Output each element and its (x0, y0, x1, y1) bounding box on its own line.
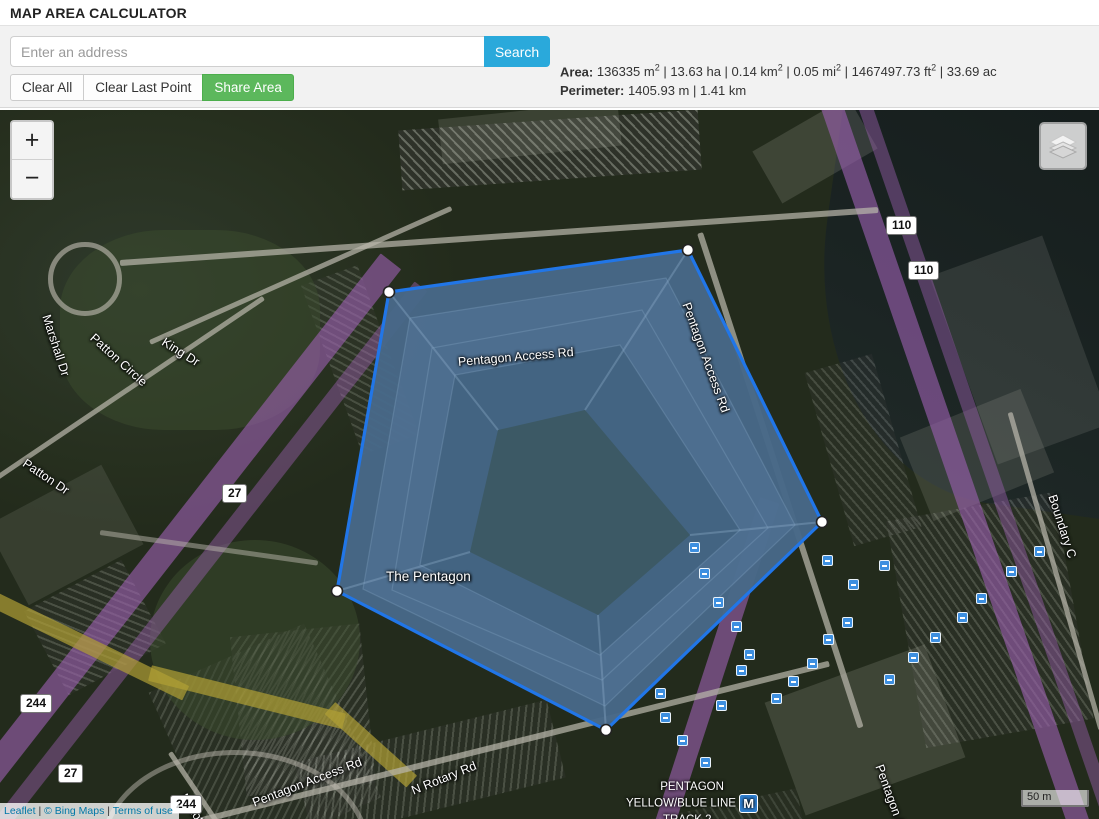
amenity-icon (699, 568, 710, 579)
perimeter-label: Perimeter: (560, 83, 625, 99)
amenity-icon (731, 621, 742, 632)
perimeter-value: 1405.93 m | 1.41 km (627, 83, 747, 99)
amenity-icon (1034, 546, 1045, 557)
clear-last-point-button[interactable]: Clear Last Point (83, 74, 204, 101)
amenity-icon (930, 632, 941, 643)
amenity-icon (771, 693, 782, 704)
scale-bar: 50 m (1021, 790, 1089, 807)
amenity-icon (884, 674, 895, 685)
area-value: 136335 m2 | 13.63 ha | 0.14 km2 | 0.05 m… (596, 63, 997, 80)
amenity-icon (677, 735, 688, 746)
zoom-out-button[interactable]: − (12, 160, 52, 198)
highway-shield-110-5: 110 (908, 261, 940, 280)
action-button-group: Clear All Clear Last Point Share Area (10, 74, 294, 101)
poi-pentagon-metro: PENTAGON YELLOW/BLUE LINE M TRACK 2... (626, 780, 759, 819)
search-button[interactable]: Search (484, 36, 550, 67)
amenity-icon (823, 634, 834, 645)
polygon-vertex-2[interactable] (599, 723, 613, 737)
amenity-icon (655, 688, 666, 699)
area-label: Area: (560, 64, 594, 80)
measurement-polygon[interactable] (0, 110, 1099, 819)
bing-maps-link[interactable]: © Bing Maps (44, 805, 104, 817)
amenity-icon (716, 700, 727, 711)
amenity-icon (822, 555, 833, 566)
amenity-icon (842, 617, 853, 628)
amenity-icon (788, 676, 799, 687)
amenity-icon (1006, 566, 1017, 577)
search-input[interactable] (10, 36, 484, 67)
attrib-sep-1: | (35, 805, 45, 817)
poi-line-2-wrap: YELLOW/BLUE LINE M (626, 794, 759, 813)
amenity-icon (700, 757, 711, 768)
share-area-button[interactable]: Share Area (202, 74, 294, 101)
amenity-icon (976, 593, 987, 604)
map-area-calculator-app: MAP AREA CALCULATOR Search Clear All Cle… (0, 0, 1099, 819)
amenity-icon (848, 579, 859, 590)
highway-shield-27-0: 27 (222, 484, 248, 503)
amenity-icon (908, 652, 919, 663)
amenity-icon (957, 612, 968, 623)
highway-shield-110-4: 110 (886, 216, 918, 235)
amenity-icon (879, 560, 890, 571)
amenity-icon (736, 665, 747, 676)
zoom-in-button[interactable]: + (12, 122, 52, 160)
measurement-stats: Area: 136335 m2 | 13.63 ha | 0.14 km2 | … (560, 59, 997, 100)
polygon-vertex-1[interactable] (815, 515, 829, 529)
poi-line-2: YELLOW/BLUE LINE (626, 797, 736, 810)
zoom-control[interactable]: + − (10, 120, 54, 200)
amenity-icon (807, 658, 818, 669)
highway-shield-244-1: 244 (20, 694, 53, 713)
page-title: MAP AREA CALCULATOR (10, 5, 187, 21)
amenity-icon (744, 649, 755, 660)
attrib-sep-2: | (104, 805, 113, 817)
area-row: Area: 136335 m2 | 13.63 ha | 0.14 km2 | … (560, 59, 997, 81)
layers-control[interactable] (1039, 122, 1087, 170)
clear-all-button[interactable]: Clear All (10, 74, 85, 101)
highway-shield-27-2: 27 (58, 764, 84, 783)
polygon-vertex-4[interactable] (382, 285, 396, 299)
layers-stack-icon (1048, 134, 1078, 159)
poi-line-1: PENTAGON (660, 781, 724, 793)
metro-icon: M (739, 794, 759, 813)
polygon-vertex-3[interactable] (330, 584, 344, 598)
polygon-vertex-0[interactable] (681, 243, 695, 257)
search-row: Search (10, 36, 550, 67)
toolbar: Search Clear All Clear Last Point Share … (0, 25, 1099, 108)
attribution-bar: Leaflet | © Bing Maps | Terms of use (0, 803, 179, 819)
amenity-icon (713, 597, 724, 608)
perimeter-row: Perimeter: 1405.93 m | 1.41 km (560, 81, 997, 100)
terms-of-use-link[interactable]: Terms of use (113, 805, 173, 817)
poi-line-3: TRACK 2... (626, 813, 758, 819)
amenity-icon (689, 542, 700, 553)
leaflet-link[interactable]: Leaflet (4, 805, 36, 817)
map-canvas[interactable]: Marshall Dr Patton Circle King Dr Patton Dr… (0, 110, 1099, 819)
amenity-icon (660, 712, 671, 723)
